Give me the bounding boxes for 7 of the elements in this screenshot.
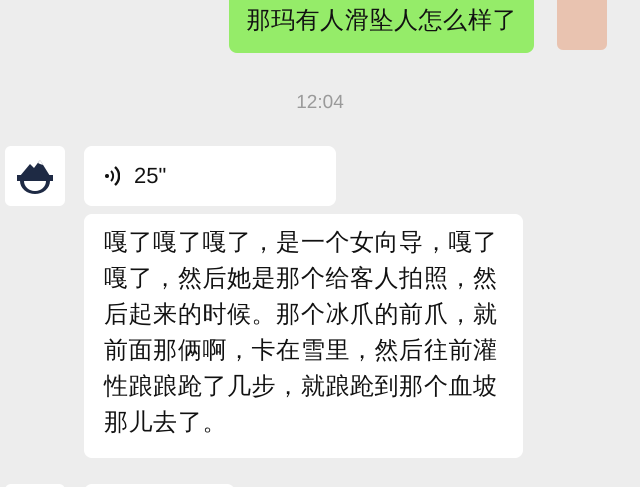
- voice-icon: [104, 164, 120, 186]
- voice-duration: 25": [134, 162, 166, 190]
- timestamp: 12:04: [296, 91, 344, 115]
- message-bubble: 那玛有人滑坠人怎么样了: [229, 0, 534, 53]
- message-bubble: 嘎了嘎了嘎了，是一个女向导，嘎了嘎了，然后她是那个给客人拍照，然后起来的时候。那个冰爪的前爪，就前面那俩啊，卡在雪里，然后往前灌性踉踉跄了几步，就踉跄到那个血坡那儿去了。: [84, 214, 523, 458]
- voice-message[interactable]: 25": [84, 146, 336, 206]
- photo-placeholder[interactable]: [557, 0, 607, 50]
